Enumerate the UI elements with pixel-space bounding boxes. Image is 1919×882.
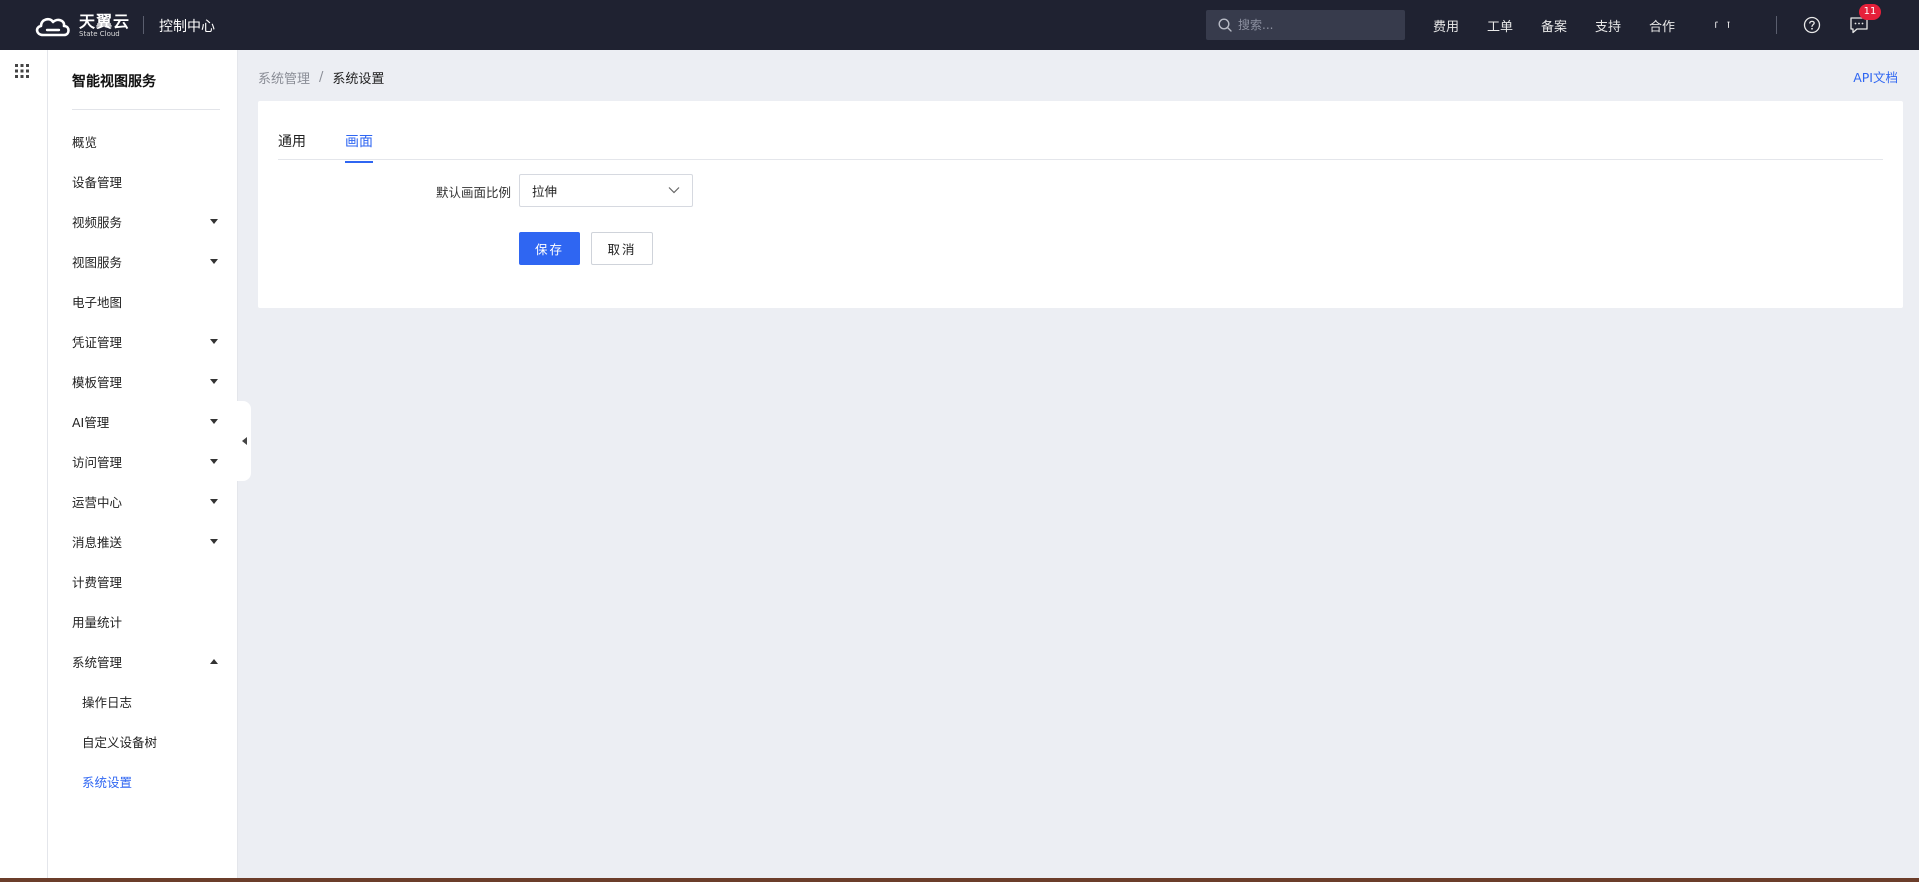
top-separator bbox=[1776, 16, 1777, 34]
aspect-ratio-label: 默认画面比例 bbox=[436, 185, 512, 200]
caret-down-icon bbox=[210, 219, 218, 224]
sidebar-subitem-label: 自定义设备树 bbox=[82, 734, 158, 750]
tab-general[interactable]: 通用 bbox=[278, 131, 306, 161]
caret-down-icon bbox=[210, 339, 218, 344]
caret-down-icon bbox=[210, 419, 218, 424]
sidebar-item-overview[interactable]: 概览 bbox=[48, 121, 238, 161]
top-nav-billing[interactable]: 费用 bbox=[1433, 16, 1459, 35]
sidebar-subitem-label: 操作日志 bbox=[82, 694, 133, 710]
top-search-box[interactable] bbox=[1206, 10, 1405, 40]
sidebar-item-device-management[interactable]: 设备管理 bbox=[48, 161, 238, 201]
sidebar-item-usage-statistics[interactable]: 用量统计 bbox=[48, 601, 238, 641]
breadcrumb-parent[interactable]: 系统管理 bbox=[258, 68, 310, 87]
sidebar-item-label: 设备管理 bbox=[72, 174, 123, 190]
sidebar-title: 智能视图服务 bbox=[72, 74, 156, 90]
sidebar-item-label: 计费管理 bbox=[72, 574, 123, 590]
sidebar-item-label: 系统管理 bbox=[72, 654, 123, 670]
sidebar-item-video-service[interactable]: 视频服务 bbox=[48, 201, 238, 241]
sidebar-item-system-management[interactable]: 系统管理 bbox=[48, 641, 238, 681]
aspect-ratio-select[interactable]: 拉伸 bbox=[519, 174, 693, 207]
sidebar-item-e-map[interactable]: 电子地图 bbox=[48, 281, 238, 321]
save-button[interactable]: 保存 bbox=[519, 232, 580, 265]
breadcrumb: 系统管理 / 系统设置 bbox=[258, 68, 384, 87]
left-rail bbox=[0, 50, 48, 882]
sidebar-collapse-handle[interactable] bbox=[237, 401, 251, 481]
notification-badge: 11 bbox=[1859, 4, 1881, 20]
sidebar-item-label: 概览 bbox=[72, 134, 98, 150]
top-nav-ticket[interactable]: 工单 bbox=[1487, 16, 1513, 35]
sidebar-item-label: 访问管理 bbox=[72, 454, 123, 470]
logo-text-en: State Cloud bbox=[79, 30, 120, 38]
sidebar-item-billing-management[interactable]: 计费管理 bbox=[48, 561, 238, 601]
top-nav-support[interactable]: 支持 bbox=[1595, 16, 1621, 35]
console-title[interactable]: 控制中心 bbox=[159, 16, 215, 36]
sidebar-subitem-label: 系统设置 bbox=[82, 774, 133, 790]
sidebar-item-ai-management[interactable]: AI管理 bbox=[48, 401, 238, 441]
help-icon[interactable] bbox=[1801, 14, 1823, 36]
cancel-button[interactable]: 取消 bbox=[591, 232, 653, 265]
caret-down-icon bbox=[210, 459, 218, 464]
caret-down-icon bbox=[210, 379, 218, 384]
sidebar-item-label: 运营中心 bbox=[72, 494, 123, 510]
caret-down-icon bbox=[210, 499, 218, 504]
caret-down-icon bbox=[210, 259, 218, 264]
settings-card: 通用 画面 默认画面比例 拉伸 保存 取消 bbox=[258, 101, 1903, 308]
cloud-logo-icon bbox=[35, 17, 70, 37]
sidebar-item-label: 凭证管理 bbox=[72, 334, 123, 350]
top-bar: 天翼云 State Cloud 控制中心 费用 工单 备案 支持 合作 bbox=[0, 0, 1919, 50]
apps-grid-icon[interactable] bbox=[15, 64, 29, 78]
state-cloud-logo[interactable]: 天翼云 State Cloud bbox=[33, 13, 130, 39]
sidebar-item-view-service[interactable]: 视图服务 bbox=[48, 241, 238, 281]
search-icon bbox=[1218, 18, 1232, 32]
user-account-icon[interactable] bbox=[1712, 14, 1734, 36]
sidebar-item-label: 电子地图 bbox=[72, 294, 123, 310]
sidebar-item-credential-management[interactable]: 凭证管理 bbox=[48, 321, 238, 361]
sidebar-divider bbox=[72, 109, 220, 110]
tab-bar: 通用 画面 bbox=[278, 101, 1883, 163]
sidebar-item-label: 模板管理 bbox=[72, 374, 123, 390]
sidebar-item-message-push[interactable]: 消息推送 bbox=[48, 521, 238, 561]
chevron-down-icon bbox=[668, 187, 680, 194]
breadcrumb-current: 系统设置 bbox=[332, 72, 385, 87]
top-search-input[interactable] bbox=[1238, 18, 1398, 32]
sidebar-item-operations-center[interactable]: 运营中心 bbox=[48, 481, 238, 521]
sidebar-item-label: 消息推送 bbox=[72, 534, 123, 550]
api-doc-link[interactable]: API文档 bbox=[1853, 67, 1898, 86]
top-nav-filing[interactable]: 备案 bbox=[1541, 16, 1567, 35]
sidebar-item-template-management[interactable]: 模板管理 bbox=[48, 361, 238, 401]
breadcrumb-separator: / bbox=[319, 70, 324, 85]
caret-up-icon bbox=[210, 659, 218, 664]
logo-text-cn: 天翼云 bbox=[79, 12, 131, 31]
sidebar-item-label: AI管理 bbox=[72, 414, 110, 430]
chevron-left-icon bbox=[241, 437, 247, 445]
aspect-ratio-value: 拉伸 bbox=[532, 184, 558, 199]
top-nav-partner[interactable]: 合作 bbox=[1649, 16, 1675, 35]
sidebar-subitem-custom-device-tree[interactable]: 自定义设备树 bbox=[48, 721, 238, 761]
sidebar-item-label: 视频服务 bbox=[72, 214, 123, 230]
bottom-edge-strip bbox=[0, 878, 1919, 882]
tab-picture[interactable]: 画面 bbox=[345, 131, 373, 163]
sidebar-item-access-management[interactable]: 访问管理 bbox=[48, 441, 238, 481]
sidebar-item-label: 用量统计 bbox=[72, 614, 123, 630]
sidebar-subitem-system-settings[interactable]: 系统设置 bbox=[48, 761, 238, 801]
top-divider bbox=[143, 16, 144, 34]
sidebar-item-label: 视图服务 bbox=[72, 254, 123, 270]
caret-down-icon bbox=[210, 539, 218, 544]
sidebar: 智能视图服务 概览 设备管理 视频服务 视图服务 电子地图 凭证管理 模板管理 … bbox=[48, 50, 238, 882]
sidebar-subitem-operation-log[interactable]: 操作日志 bbox=[48, 681, 238, 721]
